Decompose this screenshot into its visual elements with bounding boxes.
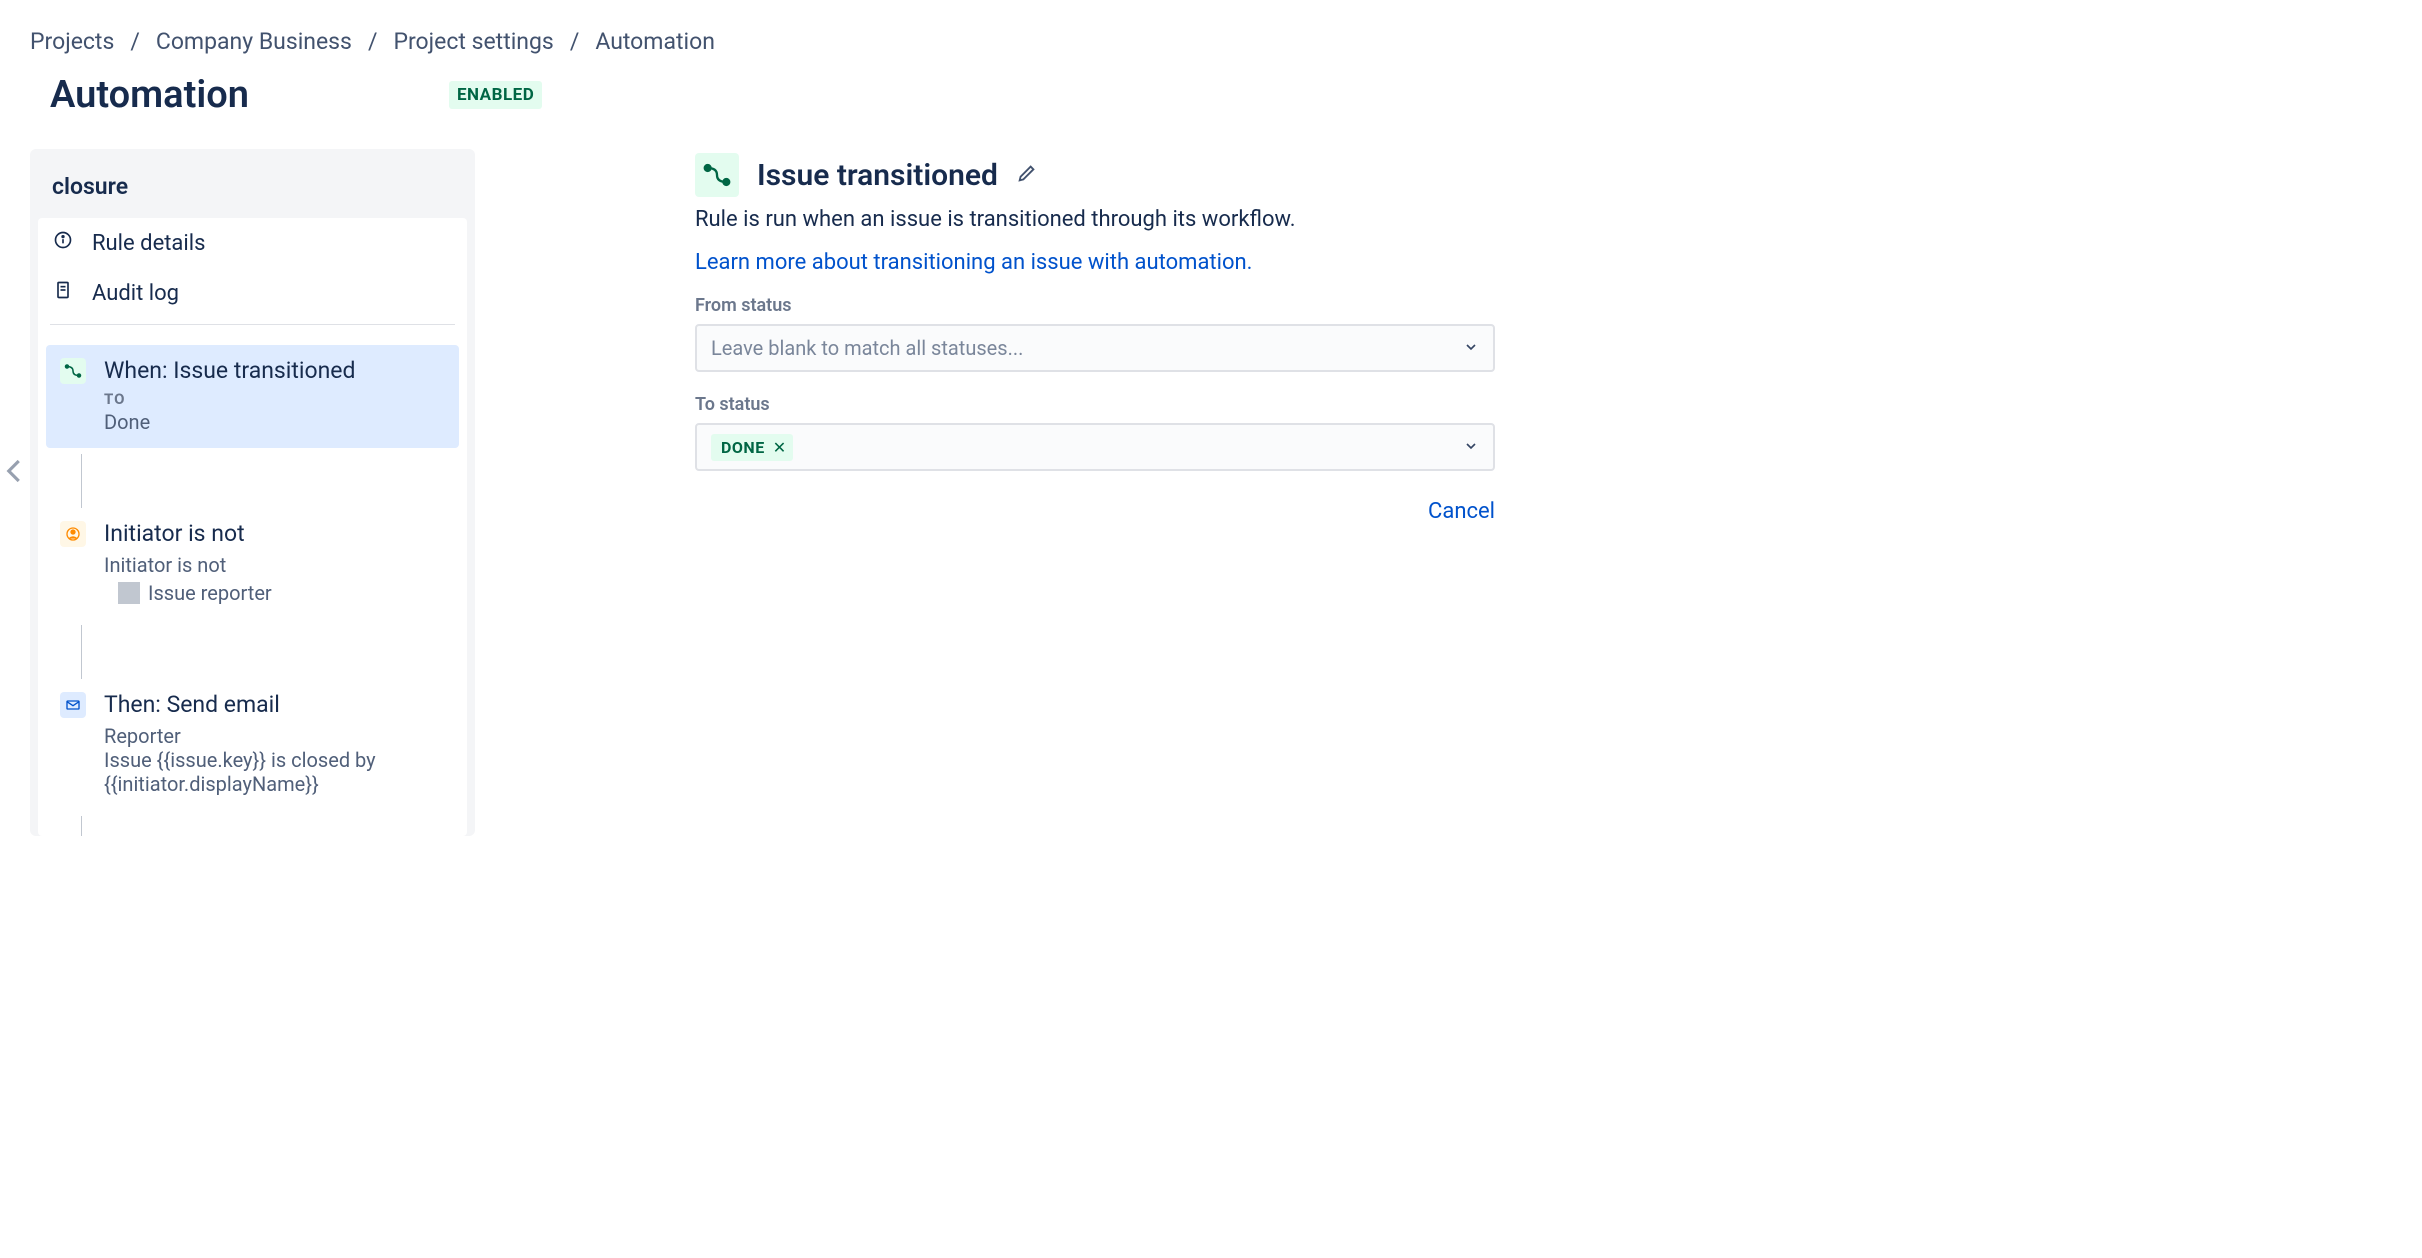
detail-description: Rule is run when an issue is transitione…	[695, 207, 1495, 232]
breadcrumb-settings[interactable]: Project settings	[393, 28, 553, 55]
breadcrumb: Projects / Company Business / Project se…	[30, 28, 2392, 55]
nav-audit-log-label: Audit log	[92, 281, 179, 306]
step-condition-line1: Initiator is not	[104, 553, 449, 577]
title-row: Automation ENABLED	[30, 73, 2392, 117]
step-condition-title: Initiator is not	[104, 520, 245, 547]
from-status-placeholder: Leave blank to match all statuses...	[711, 336, 1023, 360]
rule-name: closure	[30, 163, 475, 218]
info-icon	[52, 230, 74, 256]
step-trigger-to-label: TO	[104, 390, 449, 408]
learn-more-link[interactable]: Learn more about transitioning an issue …	[695, 250, 1252, 275]
step-trigger[interactable]: When: Issue transitioned TO Done	[46, 345, 459, 448]
step-trigger-title: When: Issue transitioned	[104, 357, 355, 384]
rule-panel: closure Rule details Audit log	[30, 149, 475, 836]
cancel-button[interactable]: Cancel	[695, 499, 1495, 524]
chevron-down-icon	[1463, 435, 1479, 459]
nav-audit-log[interactable]: Audit log	[38, 268, 467, 318]
edit-icon[interactable]	[1016, 162, 1038, 188]
status-tag-done: DONE ✕	[711, 434, 793, 461]
status-tag-label: DONE	[721, 438, 765, 457]
rule-nav: Rule details Audit log When: Issue trans…	[38, 218, 467, 836]
document-icon	[52, 280, 74, 306]
page-title: Automation	[50, 73, 249, 117]
step-condition[interactable]: Initiator is not Initiator is not Issue …	[46, 508, 459, 619]
from-status-select[interactable]: Leave blank to match all statuses...	[695, 324, 1495, 372]
step-trigger-to-value: Done	[104, 410, 449, 434]
separator-icon: /	[368, 28, 378, 55]
detail-title: Issue transitioned	[757, 158, 998, 193]
back-chevron-icon[interactable]	[0, 449, 30, 496]
breadcrumb-company[interactable]: Company Business	[156, 28, 352, 55]
avatar-placeholder-icon	[118, 582, 140, 604]
transition-icon	[60, 358, 86, 384]
detail-panel: Issue transitioned Rule is run when an i…	[695, 149, 1495, 836]
mail-icon	[60, 692, 86, 718]
step-condition-reporter: Issue reporter	[148, 581, 272, 605]
chevron-down-icon	[1463, 336, 1479, 360]
nav-rule-details[interactable]: Rule details	[38, 218, 467, 268]
connector-line	[81, 816, 82, 836]
step-action[interactable]: Then: Send email Reporter Issue {{issue.…	[46, 679, 459, 810]
nav-rule-details-label: Rule details	[92, 231, 205, 256]
separator-icon: /	[130, 28, 140, 55]
separator-icon: /	[570, 28, 580, 55]
connector-line	[81, 454, 82, 508]
transition-icon	[695, 153, 739, 197]
connector-line	[81, 625, 82, 679]
status-badge: ENABLED	[449, 81, 542, 109]
user-icon	[60, 521, 86, 547]
breadcrumb-projects[interactable]: Projects	[30, 28, 114, 55]
from-status-label: From status	[695, 295, 1495, 316]
divider	[50, 324, 455, 325]
remove-tag-icon[interactable]: ✕	[773, 438, 787, 457]
rule-steps: When: Issue transitioned TO Done Initiat…	[38, 345, 467, 836]
to-status-label: To status	[695, 394, 1495, 415]
step-action-line2: Issue {{issue.key}} is closed by {{initi…	[104, 748, 384, 796]
to-status-select[interactable]: DONE ✕	[695, 423, 1495, 471]
step-action-line1: Reporter	[104, 724, 449, 748]
breadcrumb-automation[interactable]: Automation	[595, 28, 715, 55]
step-action-title: Then: Send email	[104, 691, 280, 718]
